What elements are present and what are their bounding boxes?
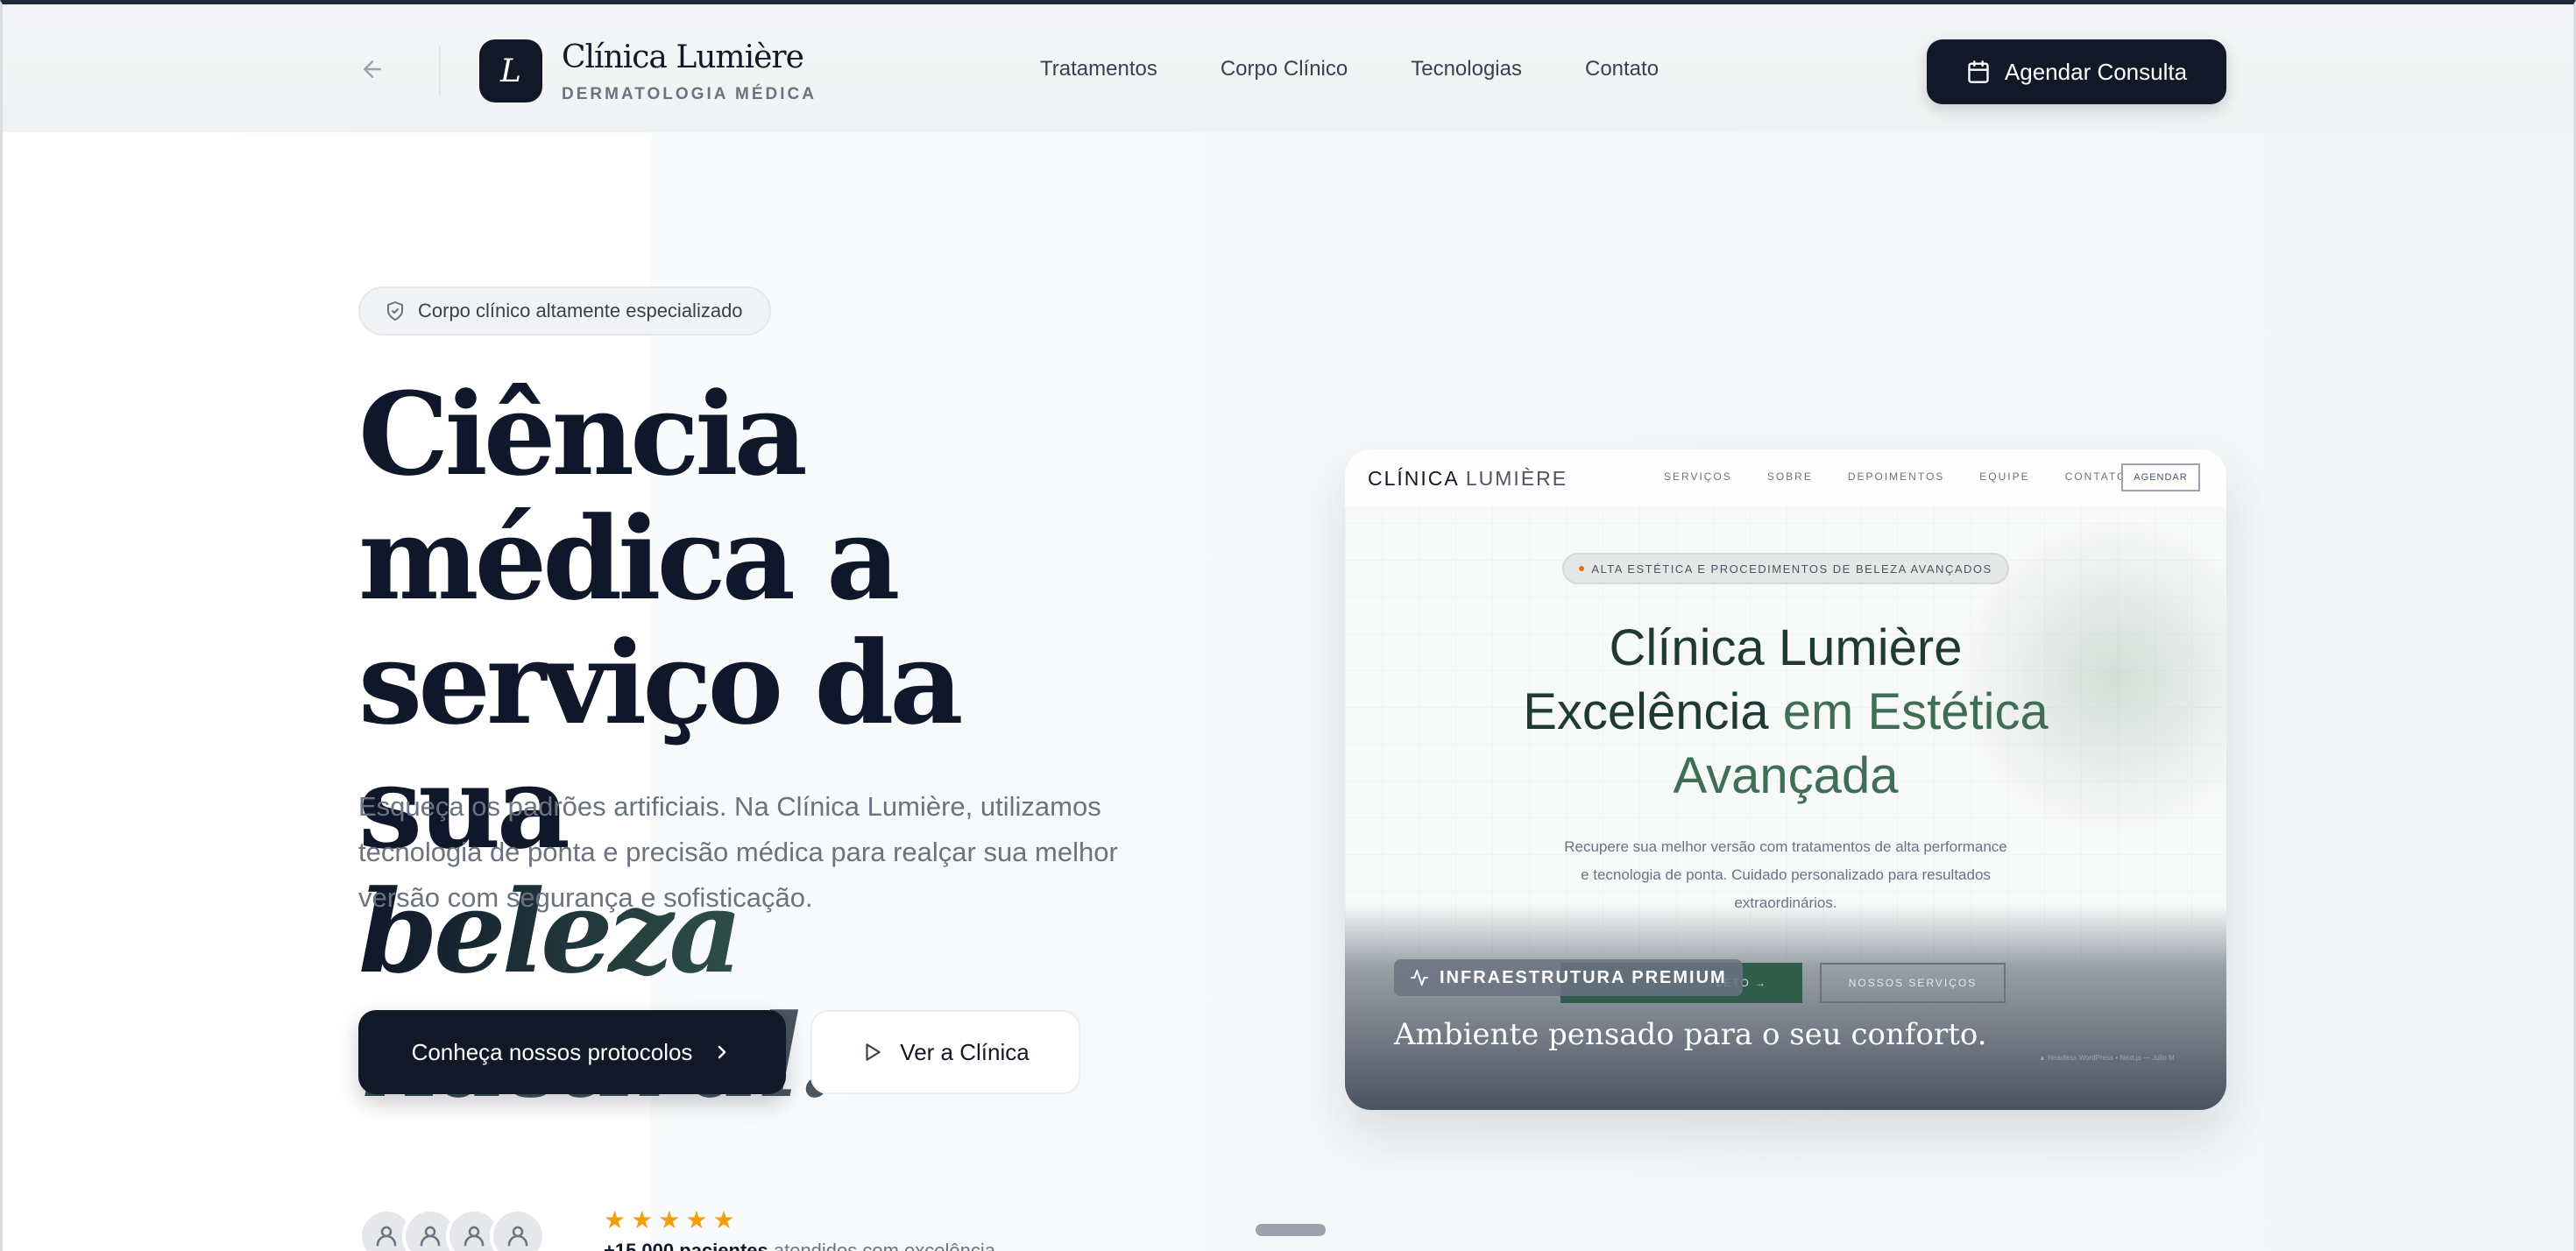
calendar-icon xyxy=(1968,60,1989,83)
specialist-badge: Corpo clínico altamente especializado xyxy=(358,286,771,336)
specialist-badge-label: Corpo clínico altamente especializado xyxy=(418,300,743,322)
hero-title: Ciência médica a serviço da sua beleza n… xyxy=(358,372,1200,1119)
star-icon: ★ xyxy=(712,1206,735,1233)
preview-nav-contato[interactable]: CONTATO xyxy=(2065,470,2127,483)
protocols-button-label: Conheça nossos protocolos xyxy=(411,1038,693,1065)
activity-icon xyxy=(1410,969,1429,986)
user-icon xyxy=(464,1226,485,1247)
brand-name[interactable]: Clínica Lumière xyxy=(562,39,804,75)
preview-services-button: NOSSOS SERVIÇOS xyxy=(1820,963,2006,1003)
chevron-right-icon xyxy=(718,1045,726,1059)
preview-nav-sobre[interactable]: SOBRE xyxy=(1767,470,1813,483)
hero-title-line-1: Ciência médica a xyxy=(358,367,900,626)
preview-nav-links: SERVIÇOS SOBRE DEPOIMENTOS EQUIPE CONTAT… xyxy=(1664,470,2127,483)
site-header: L Clínica Lumière DERMATOLOGIA MÉDICA Tr… xyxy=(3,4,2573,132)
preview-nav-servicos[interactable]: SERVIÇOS xyxy=(1664,470,1732,483)
avatar xyxy=(490,1208,546,1251)
logo-letter: L xyxy=(500,53,521,89)
nav-item-contato[interactable]: Contato xyxy=(1585,57,1659,81)
preview-caption: Ambiente pensado para o seu conforto. xyxy=(1394,1017,1987,1052)
star-icon: ★ xyxy=(631,1206,654,1233)
nav-item-corpo-clinico[interactable]: Corpo Clínico xyxy=(1221,57,1348,81)
shield-check-icon xyxy=(387,301,403,321)
preview-title-line-3: Avançada xyxy=(1673,747,1899,804)
star-icon: ★ xyxy=(658,1206,681,1233)
user-icon xyxy=(376,1226,397,1247)
play-icon xyxy=(866,1043,881,1061)
preview-footnote: ▲ Headless WordPress • Next.js — Julio M xyxy=(2039,1054,2175,1062)
patients-count-rest: atendidos com excelência xyxy=(768,1240,996,1251)
preview-pill-dot xyxy=(1579,566,1585,571)
star-icon: ★ xyxy=(604,1206,626,1233)
rating-stars: ★ ★ ★ ★ ★ xyxy=(604,1208,735,1233)
preview-dark-overlay xyxy=(1345,905,2226,1110)
patients-count: +15.000 pacientes atendidos com excelênc… xyxy=(604,1240,995,1251)
infrastructure-tag-label: INFRAESTRUTURA PREMIUM xyxy=(1440,967,1727,987)
preview-title: Clínica Lumière Excelência em Estética A… xyxy=(1345,616,2226,808)
schedule-appointment-label: Agendar Consulta xyxy=(2004,58,2188,85)
preview-title-line-1: Clínica Lumière xyxy=(1609,619,1963,676)
view-clinic-button[interactable]: Ver a Clínica xyxy=(810,1010,1080,1094)
preview-title-line-2a: Excelência xyxy=(1523,683,1769,740)
back-button[interactable] xyxy=(357,53,388,85)
page: L Clínica Lumière DERMATOLOGIA MÉDICA Tr… xyxy=(0,0,2576,1251)
protocols-button[interactable]: Conheça nossos protocolos xyxy=(358,1010,786,1094)
preview-brand-bold: CLÍNICA xyxy=(1368,467,1459,490)
patients-count-strong: +15.000 pacientes xyxy=(604,1240,768,1251)
header-divider xyxy=(439,46,441,95)
main-nav: Tratamentos Corpo Clínico Tecnologias Co… xyxy=(1040,57,1659,81)
arrow-left-icon xyxy=(364,60,381,78)
preview-pill-label: ALTA ESTÉTICA E PROCEDIMENTOS DE BELEZA … xyxy=(1591,562,1992,576)
schedule-appointment-button[interactable]: Agendar Consulta xyxy=(1927,39,2226,104)
preview-nav-equipe[interactable]: EQUIPE xyxy=(1979,470,2029,483)
nav-item-tratamentos[interactable]: Tratamentos xyxy=(1040,57,1157,81)
preview-brand: CLÍNICA LUMIÈRE xyxy=(1368,467,1568,491)
view-clinic-label: Ver a Clínica xyxy=(900,1038,1030,1065)
preview-navbar: CLÍNICA LUMIÈRE SERVIÇOS SOBRE DEPOIMENT… xyxy=(1345,449,2226,507)
user-icon xyxy=(420,1226,441,1247)
preview-brand-light: LUMIÈRE xyxy=(1465,467,1568,490)
nav-item-tecnologias[interactable]: Tecnologias xyxy=(1411,57,1522,81)
preview-title-line-2b: em Estética xyxy=(1768,683,2049,740)
brand-subtitle: DERMATOLOGIA MÉDICA xyxy=(562,85,817,103)
preview-agendar-button[interactable]: AGENDAR xyxy=(2121,463,2200,491)
infrastructure-tag: INFRAESTRUTURA PREMIUM xyxy=(1394,959,1743,996)
star-icon: ★ xyxy=(685,1206,708,1233)
user-icon xyxy=(507,1226,528,1247)
logo-mark[interactable]: L xyxy=(479,39,542,102)
preview-pill-badge: ALTA ESTÉTICA E PROCEDIMENTOS DE BELEZA … xyxy=(1562,553,2009,584)
hero-description: Esqueça os padrões artificiais. Na Clíni… xyxy=(358,791,1118,913)
clinic-preview-card[interactable]: CLÍNICA LUMIÈRE SERVIÇOS SOBRE DEPOIMENT… xyxy=(1345,449,2226,1110)
preview-nav-depoimentos[interactable]: DEPOIMENTOS xyxy=(1848,470,1944,483)
scroll-indicator[interactable] xyxy=(1256,1224,1326,1236)
